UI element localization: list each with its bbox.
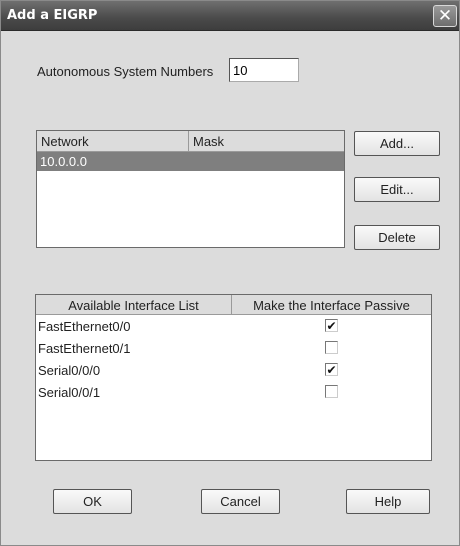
column-header-interface[interactable]: Available Interface List xyxy=(36,295,232,315)
interface-name: Serial0/0/1 xyxy=(38,385,101,400)
delete-button[interactable]: Delete xyxy=(354,225,440,250)
network-table-header: Network Mask xyxy=(37,131,344,152)
network-cell: 10.0.0.0 xyxy=(40,154,87,169)
help-button[interactable]: Help xyxy=(346,489,430,514)
add-eigrp-dialog: Add a EIGRP ✕ Autonomous System Numbers … xyxy=(0,0,460,546)
passive-checkbox[interactable] xyxy=(325,385,338,398)
column-header-mask[interactable]: Mask xyxy=(189,131,344,152)
close-icon: ✕ xyxy=(437,6,453,25)
interface-name: Serial0/0/0 xyxy=(38,363,101,378)
table-row: FastEthernet0/0 ✔ xyxy=(36,316,431,336)
interface-table: Available Interface List Make the Interf… xyxy=(35,294,432,461)
table-row: Serial0/0/1 xyxy=(36,382,431,402)
table-row: FastEthernet0/1 xyxy=(36,338,431,358)
table-row: Serial0/0/0 ✔ xyxy=(36,360,431,380)
dialog-title: Add a EIGRP xyxy=(7,8,98,23)
interface-name: FastEthernet0/1 xyxy=(38,341,131,356)
close-button[interactable]: ✕ xyxy=(433,5,457,27)
column-header-network[interactable]: Network xyxy=(37,131,189,152)
asn-input[interactable] xyxy=(229,58,299,82)
title-bar[interactable]: Add a EIGRP ✕ xyxy=(1,1,459,31)
ok-button[interactable]: OK xyxy=(53,489,132,514)
edit-button[interactable]: Edit... xyxy=(354,177,440,202)
interface-table-header: Available Interface List Make the Interf… xyxy=(36,295,431,315)
asn-label: Autonomous System Numbers xyxy=(37,64,214,79)
passive-checkbox[interactable]: ✔ xyxy=(325,363,338,376)
column-header-passive[interactable]: Make the Interface Passive xyxy=(232,295,431,315)
network-table: Network Mask 10.0.0.0 xyxy=(36,130,345,248)
passive-checkbox[interactable] xyxy=(325,341,338,354)
add-button[interactable]: Add... xyxy=(354,131,440,156)
table-row[interactable]: 10.0.0.0 xyxy=(37,152,344,171)
interface-name: FastEthernet0/0 xyxy=(38,319,131,334)
passive-checkbox[interactable]: ✔ xyxy=(325,319,338,332)
cancel-button[interactable]: Cancel xyxy=(201,489,280,514)
